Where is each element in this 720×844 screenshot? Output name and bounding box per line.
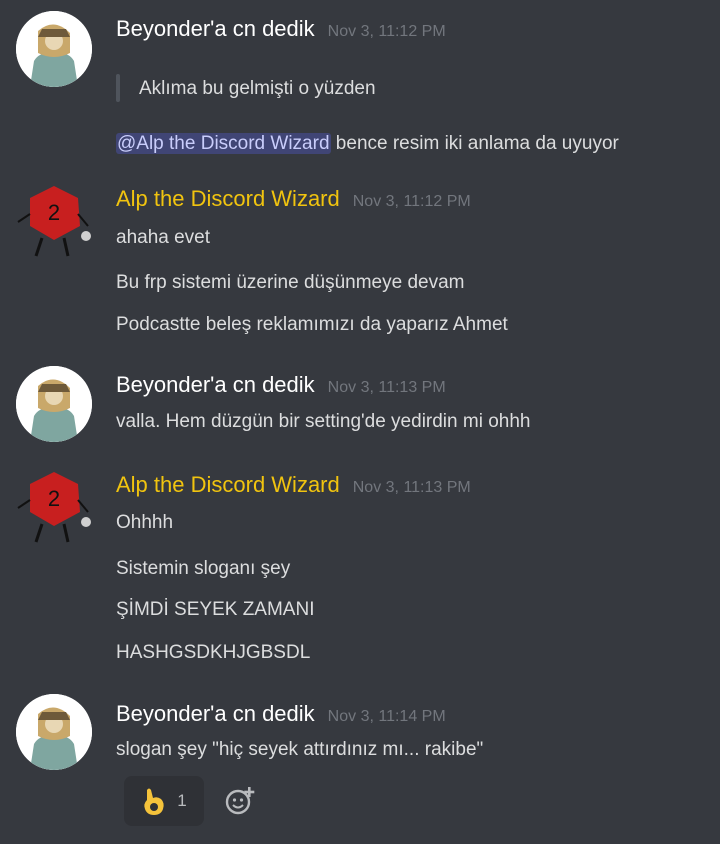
add-reaction-button[interactable] [224,785,256,817]
message-text: Ohhhh [116,512,174,533]
timestamp: Nov 3, 11:13 PM [352,479,471,496]
timestamp: Nov 3, 11:12 PM [352,193,471,210]
add-reaction-icon [225,787,255,815]
message-text: Sistemin sloganı şey [116,558,291,579]
author-name[interactable]: Alp the Discord Wizard [116,472,340,498]
quote-bar [116,74,120,102]
author-name[interactable]: Beyonder'a cn dedik [116,701,315,727]
timestamp: Nov 3, 11:12 PM [327,23,446,40]
timestamp: Nov 3, 11:13 PM [327,379,446,396]
author-name[interactable]: Beyonder'a cn dedik [116,372,315,398]
user-avatar[interactable]: 2 [14,466,94,546]
avatar-portrait-icon [16,366,92,442]
message-text: valla. Hem düzgün bir setting'de yedirdi… [116,411,531,432]
message-text: HASHGSDKHJGBSDL [116,642,311,663]
svg-text:2: 2 [48,486,60,511]
message-text-rest: bence resim iki anlama da uyuyor [330,133,619,154]
timestamp: Nov 3, 11:14 PM [327,708,446,725]
avatar-portrait-icon [16,694,92,770]
user-avatar[interactable] [16,11,92,87]
message-text: Bu frp sistemi üzerine düşünmeye devam [116,272,465,293]
author-name[interactable]: Beyonder'a cn dedik [116,16,315,42]
svg-text:2: 2 [48,200,60,225]
user-mention[interactable]: @Alp the Discord Wizard [116,133,331,154]
reaction-button[interactable]: 1 [124,776,204,826]
message-text: @Alp the Discord Wizard bence resim iki … [116,133,619,155]
message-text: ahaha evet [116,227,211,248]
ok-hand-icon [144,788,164,815]
quote-text: Aklıma bu gelmişti o yüzden [139,78,376,99]
reaction-count: 1 [177,791,187,810]
avatar-portrait-icon [16,11,92,87]
user-avatar[interactable] [16,366,92,442]
message-text: ŞİMDİ SEYEK ZAMANI [116,599,315,620]
user-avatar[interactable] [16,694,92,770]
dice-character-icon: 2 [17,186,91,257]
user-avatar[interactable]: 2 [14,180,94,260]
author-name[interactable]: Alp the Discord Wizard [116,186,340,212]
message-text: slogan şey "hiç seyek attırdınız mı... r… [116,739,484,760]
dice-character-icon: 2 [17,472,91,543]
message-text: Podcastte beleş reklamımızı da yaparız A… [116,314,508,335]
